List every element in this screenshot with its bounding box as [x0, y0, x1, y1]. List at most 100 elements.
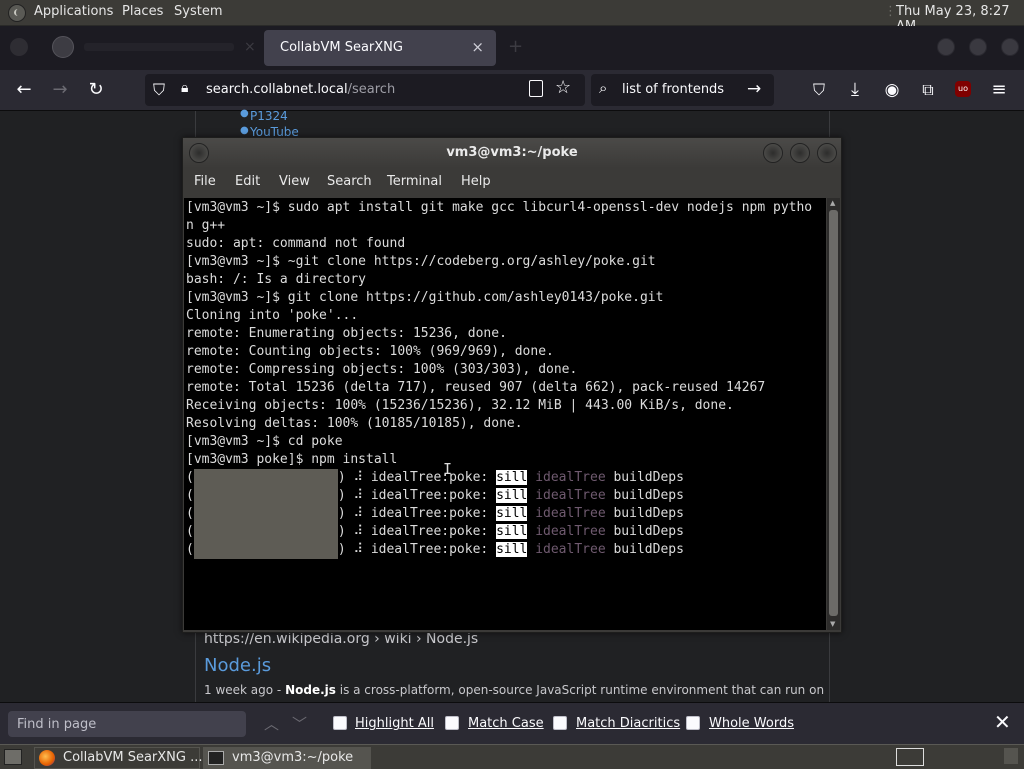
terminal-line: Cloning into 'poke'... [186, 308, 359, 323]
github-icon[interactable] [52, 36, 74, 58]
whole-words-label[interactable]: Whole Words [709, 716, 794, 731]
terminal-line: [vm3@vm3 ~]$ sudo apt install git make g… [186, 200, 813, 215]
tab-title: CollabVM SearXNG [280, 40, 403, 55]
search-bar[interactable]: ⌕ list of frontends → [591, 74, 774, 106]
match-diacritics-checkbox[interactable] [553, 716, 567, 730]
ibeam-cursor-icon: I [443, 460, 453, 478]
terminal-scrollbar[interactable]: ▲ ▼ [827, 198, 840, 630]
terminal-icon [208, 751, 224, 765]
minimize-icon[interactable] [763, 143, 783, 163]
bookmark-star-icon[interactable]: ☆ [555, 77, 571, 98]
maximize-icon[interactable] [790, 143, 810, 163]
tab-close-icon[interactable]: × [471, 38, 484, 56]
url-bar[interactable]: ⛉ 🔒︎ search.collabnet.local/search ☆ [145, 74, 585, 106]
progress-bar [193, 505, 338, 523]
terminal-line: [vm3@vm3 ~]$ cd poke [186, 434, 343, 449]
result-breadcrumb[interactable]: https://en.wikipedia.org › wiki › Node.j… [204, 631, 478, 647]
match-case-checkbox[interactable] [445, 716, 459, 730]
minimize-window-icon[interactable] [937, 38, 955, 56]
reload-icon[interactable]: ↻ [85, 79, 107, 101]
task-browser[interactable]: CollabVM SearXNG ... [34, 747, 203, 769]
menu-file[interactable]: File [194, 174, 216, 189]
search-go-icon[interactable]: → [747, 79, 761, 99]
show-desktop-icon[interactable] [4, 749, 22, 765]
link-p1324[interactable]: P1324 [250, 109, 288, 123]
menu-search[interactable]: Search [327, 174, 372, 189]
task-browser-label: CollabVM SearXNG ... [63, 750, 203, 765]
progress-bar [193, 469, 338, 487]
extensions-icon[interactable]: ⧉ [917, 79, 939, 101]
find-next-icon[interactable]: ﹀ [292, 713, 307, 734]
taskbar: CollabVM SearXNG ... vm3@vm3:~/poke [0, 744, 1024, 769]
progress-bar [193, 523, 338, 541]
npm-progress-line: () ⠼ idealTree:poke: sill idealTree buil… [186, 541, 684, 559]
downloads-icon[interactable]: ⤓ [844, 79, 866, 101]
progress-bar [193, 487, 338, 505]
back-arrow-icon[interactable]: ← [13, 79, 35, 101]
match-case-label[interactable]: Match Case [468, 716, 544, 731]
applications-menu[interactable]: Applications [34, 4, 113, 19]
npm-progress-line: () ⠼ idealTree:poke: sill idealTree buil… [186, 469, 684, 487]
tab-strip: × + [0, 26, 1024, 70]
tab-github[interactable] [84, 43, 234, 51]
reader-view-icon[interactable] [529, 80, 543, 97]
maximize-window-icon[interactable] [969, 38, 987, 56]
hamburger-menu-icon[interactable]: ≡ [988, 79, 1010, 101]
task-terminal-label: vm3@vm3:~/poke [232, 750, 354, 765]
account-icon[interactable]: ◉ [881, 79, 903, 101]
match-diacritics-label[interactable]: Match Diacritics [576, 716, 680, 731]
menu-edit[interactable]: Edit [235, 174, 260, 189]
npm-progress-line: () ⠼ idealTree:poke: sill idealTree buil… [186, 487, 684, 505]
terminal-line: remote: Enumerating objects: 15236, done… [186, 326, 507, 341]
shield-icon[interactable]: ⛉ [153, 80, 165, 100]
terminal-line: sudo: apt: command not found [186, 236, 406, 251]
tab-list-icon[interactable] [10, 38, 28, 56]
terminal-line: [vm3@vm3 ~]$ ~git clone https://codeberg… [186, 254, 656, 269]
new-tab-icon[interactable]: + [508, 36, 523, 57]
workspace-switcher[interactable] [896, 748, 924, 766]
terminal-line: [vm3@vm3 poke]$ npm install [186, 452, 398, 467]
find-in-page-input[interactable]: Find in page [8, 711, 246, 737]
close-icon[interactable] [817, 143, 837, 163]
lock-icon[interactable]: 🔒︎ [181, 80, 188, 96]
terminal-line: remote: Compressing objects: 100% (303/3… [186, 362, 578, 377]
find-placeholder: Find in page [17, 717, 97, 732]
scrollbar-thumb[interactable] [829, 210, 838, 616]
terminal-menubar: File Edit View Search Terminal Help [183, 168, 841, 196]
terminal-line: remote: Total 15236 (delta 717), reused … [186, 380, 766, 395]
terminal-line: remote: Counting objects: 100% (969/969)… [186, 344, 554, 359]
bullet-icon: ● [240, 125, 249, 136]
task-terminal[interactable]: vm3@vm3:~/poke [203, 747, 371, 769]
whole-words-checkbox[interactable] [686, 716, 700, 730]
highlight-all-label[interactable]: Highlight All [355, 716, 434, 731]
result-title[interactable]: Node.js [204, 655, 271, 676]
terminal-window[interactable]: vm3@vm3:~/poke File Edit View Search Ter… [182, 137, 842, 633]
terminal-line: Resolving deltas: 100% (10185/10185), do… [186, 416, 523, 431]
tab-searxng[interactable]: CollabVM SearXNG × [264, 30, 496, 66]
npm-progress-line: () ⠼ idealTree:poke: sill idealTree buil… [186, 505, 684, 523]
close-window-icon[interactable] [1001, 38, 1019, 56]
forward-arrow-icon[interactable]: → [49, 79, 71, 101]
gnome-foot-icon[interactable] [8, 4, 26, 22]
close-icon[interactable]: × [244, 39, 256, 55]
pocket-icon[interactable]: ⛉ [808, 79, 830, 101]
search-input[interactable]: list of frontends [622, 82, 724, 97]
terminal-line: Receiving objects: 100% (15236/15236), 3… [186, 398, 734, 413]
trash-icon[interactable] [1004, 748, 1018, 764]
system-menu[interactable]: System [174, 4, 222, 19]
scroll-down-icon[interactable]: ▼ [830, 620, 835, 628]
find-previous-icon[interactable]: ︿ [264, 713, 279, 734]
menu-terminal[interactable]: Terminal [387, 174, 442, 189]
url-text[interactable]: search.collabnet.local/search [206, 82, 395, 97]
terminal-titlebar[interactable]: vm3@vm3:~/poke [183, 138, 841, 168]
ublock-icon[interactable]: uo [955, 81, 971, 97]
places-menu[interactable]: Places [122, 4, 163, 19]
terminal-title: vm3@vm3:~/poke [446, 145, 578, 160]
npm-progress-line: () ⠼ idealTree:poke: sill idealTree buil… [186, 523, 684, 541]
menu-view[interactable]: View [279, 174, 310, 189]
highlight-all-checkbox[interactable] [333, 716, 347, 730]
scroll-up-icon[interactable]: ▲ [830, 199, 835, 207]
close-findbar-icon[interactable]: ✕ [994, 710, 1011, 734]
terminal-screen[interactable]: [vm3@vm3 ~]$ sudo apt install git make g… [184, 198, 826, 630]
menu-help[interactable]: Help [461, 174, 491, 189]
